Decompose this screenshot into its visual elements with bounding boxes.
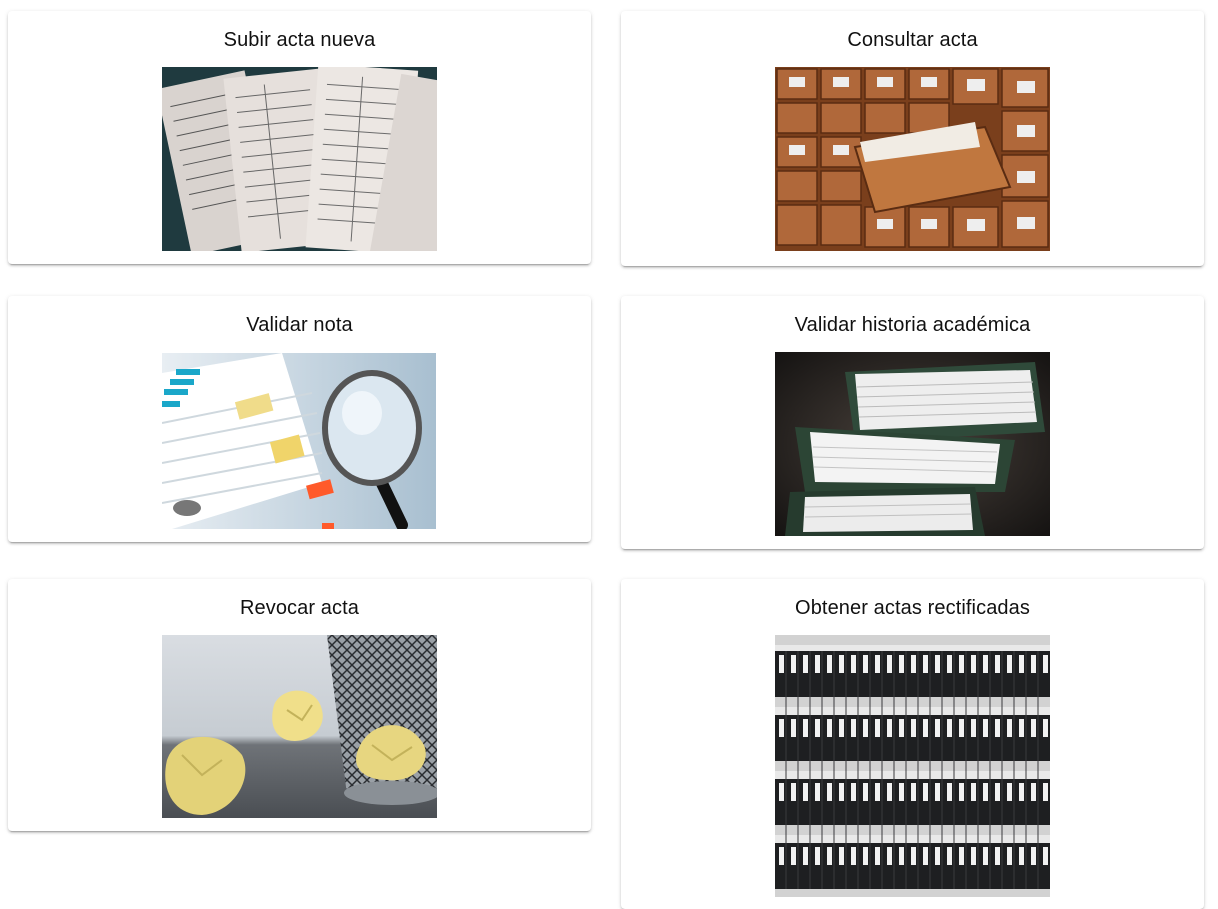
magnifying-glass-documents-image <box>162 353 436 529</box>
card-title: Obtener actas rectificadas <box>795 597 1030 619</box>
card-title: Revocar acta <box>239 597 360 619</box>
card-title: Subir acta nueva <box>223 29 376 51</box>
card-title: Validar historia académica <box>794 314 1031 336</box>
card-validar-historia-academica[interactable]: Validar historia académica <box>621 296 1204 549</box>
card-obtener-actas-rectificadas[interactable]: Obtener actas rectificadas <box>621 579 1204 909</box>
stacked-grade-sheets-image <box>162 67 437 251</box>
binders-stacked-papers-image <box>775 352 1050 536</box>
card-revocar-acta[interactable]: Revocar acta <box>8 579 591 831</box>
card-catalog-drawers-image <box>775 67 1050 251</box>
crumpled-paper-wastebasket-image <box>162 635 437 818</box>
archive-binders-shelf-image <box>775 635 1050 897</box>
card-consultar-acta[interactable]: Consultar acta <box>621 11 1204 266</box>
card-subir-acta-nueva[interactable]: Subir acta nueva <box>8 11 591 264</box>
card-title: Consultar acta <box>847 29 978 51</box>
card-title: Validar nota <box>246 314 353 336</box>
card-validar-nota[interactable]: Validar nota <box>8 296 591 542</box>
